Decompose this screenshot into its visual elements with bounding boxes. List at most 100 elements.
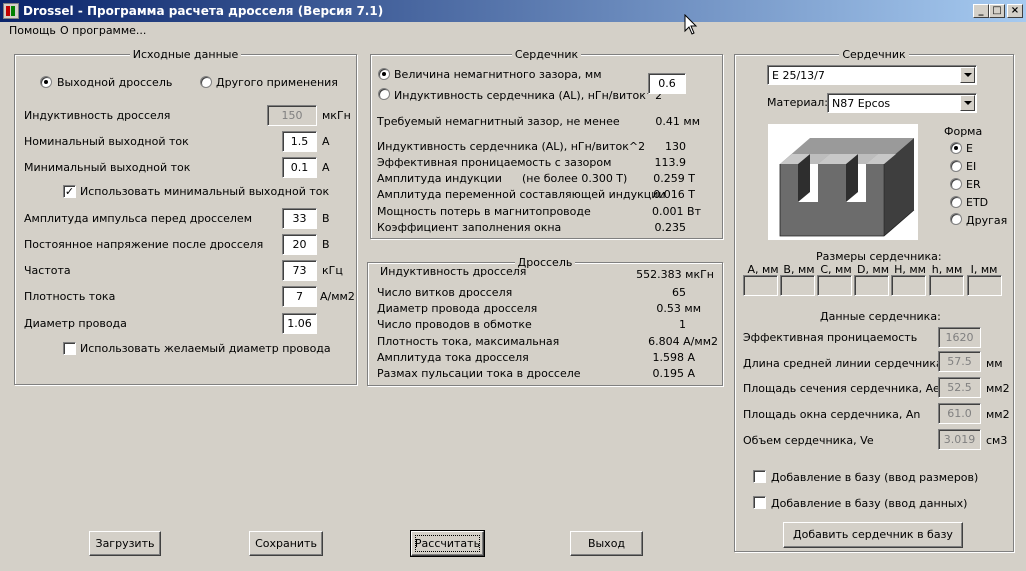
input-data-title: Исходные данные [129,48,242,61]
min-current-field[interactable]: 0.1 [282,157,317,178]
dim-field-a[interactable] [743,275,778,296]
core-row-value: 0.41 мм [655,115,700,128]
min-current-unit: А [322,161,330,174]
add-data-checkbox[interactable] [753,496,766,509]
core-row-value: 0.016 Т [653,188,695,201]
core-type-dropdown[interactable]: E 25/13/7 [767,65,977,85]
app-icon[interactable] [3,3,19,19]
pulse-amplitude-label: Амплитуда импульса перед дросселем [24,212,252,225]
minimize-button[interactable]: _ [973,4,989,18]
dc-voltage-field[interactable]: 20 [282,234,317,255]
gap-field[interactable]: 0.6 [648,73,686,94]
close-button[interactable]: × [1007,4,1023,18]
param-field[interactable]: 52.5 [938,377,981,398]
shape-radio-etd[interactable] [950,196,962,208]
core-select-title: Сердечник [839,48,909,61]
core-row-label: Коэффициент заполнения окна [377,221,562,234]
shape-radio-other[interactable] [950,213,962,225]
load-button[interactable]: Загрузить [89,531,161,556]
material-dropdown[interactable]: N87 Epcos [827,93,977,113]
shape-label: Форма [944,125,983,138]
choke-row-value: 0.53 мм [656,302,701,315]
inductance-field[interactable]: 150 [267,105,317,126]
core-type-value: E 25/13/7 [772,69,825,82]
choke-row-value: 552.383 мкГн [636,268,714,281]
save-button[interactable]: Сохранить [249,531,323,556]
shape-radio-ei[interactable] [950,160,962,172]
add-dimensions-checkbox[interactable] [753,470,766,483]
core-row-label: Требуемый немагнитный зазор, не менее [377,115,620,128]
add-data-label: Добавление в базу (ввод данных) [771,497,968,510]
dim-field-h-lower[interactable] [929,275,964,296]
use-wire-diameter-checkbox[interactable] [63,342,76,355]
current-density-field[interactable]: 7 [282,286,317,307]
shape-radio-e[interactable] [950,142,962,154]
core-row-label: Эффективная проницаемость с зазором [377,156,612,169]
choke-row-value: 1 [679,318,686,331]
core-calc-title: Сердечник [511,48,582,61]
pulse-amplitude-field[interactable]: 33 [282,208,317,229]
other-purpose-radio[interactable] [200,76,212,88]
shape-label-etd: ETD [966,196,989,209]
choke-row-label: Число проводов в обмотке [377,318,532,331]
nominal-current-field[interactable]: 1.5 [282,131,317,152]
shape-label-e: E [966,142,973,155]
al-radio-label: Индуктивность сердечника (AL), нГн/виток… [394,89,663,102]
dim-field-d[interactable] [854,275,889,296]
param-unit: см3 [986,434,1008,447]
dimensions-label: Размеры сердечника: [816,250,942,263]
current-density-unit: А/мм2 [320,290,355,303]
param-unit: мм [986,357,1003,370]
dim-field-b[interactable] [780,275,815,296]
param-unit: мм2 [986,382,1010,395]
choke-row-value: 6.804 А/мм2 [648,335,718,348]
dim-field-h-upper[interactable] [891,275,926,296]
wire-diameter-field[interactable]: 1.06 [282,313,317,334]
core-row-value: 0.235 [654,221,687,234]
exit-button[interactable]: Выход [570,531,643,556]
param-label: Объем сердечника, Ve [743,434,874,447]
al-radio[interactable] [378,88,390,100]
use-wire-diameter-label: Использовать желаемый диаметр провода [80,342,331,355]
focus-rect [415,535,480,552]
frequency-field[interactable]: 73 [282,260,317,281]
param-unit: мм2 [986,408,1010,421]
gap-radio-label: Величина немагнитного зазора, мм [394,68,602,81]
material-label: Материал: [767,96,829,109]
core-data-label: Данные сердечника: [820,310,941,323]
dc-voltage-label: Постоянное напряжение после дросселя [24,238,264,251]
choke-row-value: 1.598 А [652,351,695,364]
shape-radio-er[interactable] [950,178,962,190]
choke-row-label: Индуктивность дросселя [380,265,527,278]
menu-help[interactable]: Помощь [9,24,56,37]
menu-about[interactable]: О программе... [60,24,146,37]
material-value: N87 Epcos [832,97,891,110]
param-field[interactable]: 57.5 [938,351,981,372]
core-row-value: 0.259 Т [653,172,695,185]
use-min-current-checkbox[interactable]: ✓ [63,185,76,198]
add-dimensions-label: Добавление в базу (ввод размеров) [771,471,979,484]
chevron-down-icon[interactable] [960,95,975,111]
choke-row-label: Плотность тока, максимальная [377,335,560,348]
shape-label-er: ER [966,178,981,191]
inductance-unit: мкГн [322,109,351,122]
param-label: Площадь окна сердечника, An [743,408,921,421]
gap-radio[interactable] [378,68,390,80]
maximize-button[interactable]: □ [989,4,1005,18]
dim-field-c[interactable] [817,275,852,296]
shape-label-ei: EI [966,160,977,173]
param-field[interactable]: 3.019 [938,429,981,450]
choke-row-label: Амплитуда тока дросселя [377,351,529,364]
calculate-button[interactable]: Рассчитать [410,530,485,557]
param-field[interactable]: 61.0 [938,403,981,424]
chevron-down-icon[interactable] [960,67,975,83]
title-bar[interactable]: Drossel - Программа расчета дросселя (Ве… [0,0,1026,22]
dim-field-i[interactable] [967,275,1002,296]
core-image [768,124,918,240]
param-field[interactable]: 1620 [938,327,981,348]
wire-diameter-label: Диаметр провода [24,317,127,330]
add-core-button[interactable]: Добавить сердечник в базу [783,522,963,548]
mouse-cursor-icon [684,14,698,35]
choke-row-label: Число витков дросселя [377,286,513,299]
output-choke-radio[interactable] [40,76,52,88]
